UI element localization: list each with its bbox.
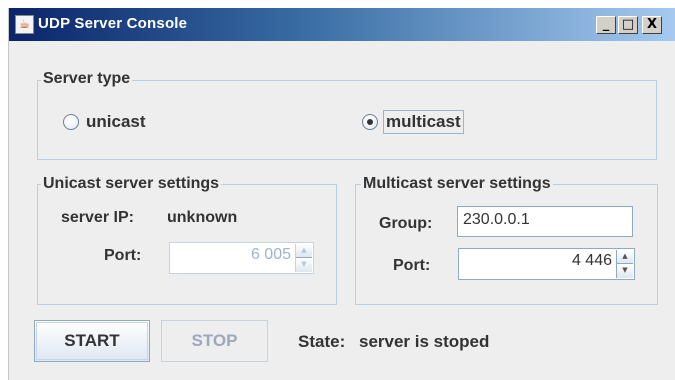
- java-cup-icon: ☕: [15, 15, 34, 34]
- multicast-settings-group: [355, 184, 658, 305]
- group-input[interactable]: 230.0.0.1: [457, 206, 633, 237]
- stop-button[interactable]: STOP: [161, 320, 268, 362]
- multicast-settings-title: Multicast server settings: [361, 175, 553, 193]
- radio-checked-icon[interactable]: [362, 114, 378, 130]
- start-button[interactable]: START: [34, 320, 150, 362]
- unicast-port-spinner[interactable]: 6 005 ▲ ▼: [169, 242, 314, 274]
- spin-down-icon[interactable]: ▼: [296, 258, 312, 272]
- multicast-port-label: Port:: [393, 257, 431, 274]
- multicast-port-arrows[interactable]: ▲ ▼: [616, 250, 633, 278]
- radio-unchecked-icon[interactable]: [63, 114, 79, 130]
- server-type-title: Server type: [41, 70, 133, 88]
- spin-down-icon[interactable]: ▼: [617, 264, 633, 278]
- radio-unicast[interactable]: unicast: [63, 112, 146, 132]
- multicast-port-value: 4 446: [571, 252, 612, 269]
- unicast-port-arrows[interactable]: ▲ ▼: [295, 244, 312, 272]
- app-window: ☕ UDP Server Console _ □ X Server type u…: [8, 8, 675, 380]
- unicast-port-value: 6 005: [250, 246, 291, 263]
- group-label: Group:: [379, 215, 433, 232]
- radio-multicast[interactable]: multicast: [362, 110, 464, 134]
- radio-multicast-label[interactable]: multicast: [383, 110, 464, 134]
- spin-up-icon[interactable]: ▲: [617, 250, 633, 264]
- unicast-port-label: Port:: [104, 247, 142, 264]
- multicast-port-spinner[interactable]: 4 446 ▲ ▼: [458, 248, 635, 280]
- server-ip-label: server IP:: [61, 209, 134, 226]
- state-value: server is stoped: [359, 332, 490, 351]
- spin-up-icon[interactable]: ▲: [296, 244, 312, 258]
- window-title: UDP Server Console: [38, 15, 188, 32]
- radio-unicast-label[interactable]: unicast: [86, 112, 146, 132]
- maximize-button[interactable]: □: [618, 16, 638, 34]
- close-button[interactable]: X: [642, 16, 662, 34]
- server-ip-value: unknown: [167, 209, 238, 226]
- title-bar[interactable]: ☕ UDP Server Console _ □ X: [9, 8, 675, 41]
- minimize-button[interactable]: _: [596, 16, 616, 34]
- unicast-settings-title: Unicast server settings: [41, 175, 222, 193]
- state-label: State:: [298, 332, 346, 351]
